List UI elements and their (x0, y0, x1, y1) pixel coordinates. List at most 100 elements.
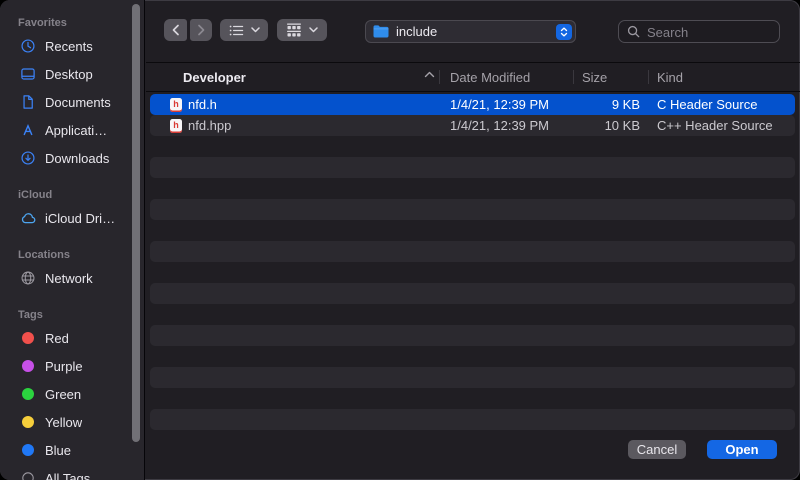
column-header-kind[interactable]: Kind (648, 70, 800, 85)
chevron-down-icon (251, 27, 260, 33)
sidebar-item-downloads[interactable]: Downloads (0, 144, 144, 172)
sort-ascending-icon (424, 71, 435, 78)
content-area: include Developer Date Modified Size Kin… (146, 0, 800, 480)
sidebar-item-tag-blue[interactable]: Blue (0, 436, 144, 464)
folder-dropdown[interactable]: include (365, 20, 576, 43)
file-list: h nfd.h 1/4/21, 12:39 PM 9 KB C Header S… (146, 91, 800, 430)
file-row-nfd-h[interactable]: h nfd.h 1/4/21, 12:39 PM 9 KB C Header S… (150, 94, 795, 115)
sidebar-item-documents[interactable]: Documents (0, 88, 144, 116)
empty-row (150, 409, 795, 430)
file-name: nfd.h (188, 97, 217, 112)
header-file-icon: h (170, 98, 182, 112)
sidebar-item-label: Network (45, 271, 93, 286)
sidebar-item-label: Green (45, 387, 81, 402)
open-file-dialog: Favorites Recents Desktop Documents Appl… (0, 0, 800, 480)
column-header-row: Developer Date Modified Size Kind (146, 63, 800, 92)
column-header-date-modified[interactable]: Date Modified (439, 70, 573, 85)
empty-row (150, 283, 795, 304)
sidebar-item-label: Applicati… (45, 123, 107, 138)
sidebar-item-tag-red[interactable]: Red (0, 324, 144, 352)
sidebar-item-label: All Tags (45, 471, 90, 480)
sidebar-item-recents[interactable]: Recents (0, 32, 144, 60)
globe-icon (19, 269, 37, 287)
empty-row (150, 388, 795, 409)
toolbar: include (146, 0, 800, 63)
chevron-down-icon (309, 27, 318, 33)
empty-row (150, 367, 795, 388)
sidebar-section-icloud: iCloud (0, 186, 144, 204)
list-view-button[interactable] (220, 19, 268, 41)
empty-row (150, 199, 795, 220)
dropdown-stepper-button[interactable] (556, 24, 572, 40)
tag-dot-red-icon (19, 329, 37, 347)
search-field (618, 20, 780, 43)
group-view-icon (286, 23, 302, 37)
file-date: 1/4/21, 12:39 PM (439, 118, 573, 133)
sidebar-item-desktop[interactable]: Desktop (0, 60, 144, 88)
group-view-button[interactable] (277, 19, 327, 41)
empty-row (150, 304, 795, 325)
sidebar-item-label: Desktop (45, 67, 93, 82)
sidebar-item-label: Purple (45, 359, 83, 374)
sidebar-item-label: Yellow (45, 415, 82, 430)
open-button[interactable]: Open (707, 440, 777, 459)
tag-dot-purple-icon (19, 357, 37, 375)
empty-row (150, 157, 795, 178)
sidebar-scrollbar[interactable] (132, 4, 140, 442)
chevron-right-icon (197, 24, 206, 36)
column-header-name[interactable]: Developer (146, 70, 439, 85)
circle-outline-icon (19, 469, 37, 480)
empty-row (150, 241, 795, 262)
list-view-icon (229, 24, 244, 37)
sidebar-item-tag-green[interactable]: Green (0, 380, 144, 408)
desktop-icon (19, 65, 37, 83)
sidebar-item-tag-purple[interactable]: Purple (0, 352, 144, 380)
appstore-icon (19, 121, 37, 139)
tag-dot-blue-icon (19, 441, 37, 459)
sidebar-item-all-tags[interactable]: All Tags (0, 464, 144, 480)
folder-icon (373, 25, 389, 38)
sidebar-item-icloud-drive[interactable]: iCloud Dri… (0, 204, 144, 232)
tag-dot-yellow-icon (19, 413, 37, 431)
document-icon (19, 93, 37, 111)
empty-row (150, 262, 795, 283)
clock-icon (19, 37, 37, 55)
column-divider (648, 70, 649, 84)
file-name: nfd.hpp (188, 118, 231, 133)
empty-row (150, 346, 795, 367)
sidebar-item-label: Red (45, 331, 69, 346)
sidebar-item-applications[interactable]: Applicati… (0, 116, 144, 144)
empty-row (150, 178, 795, 199)
column-divider (439, 70, 440, 84)
file-kind: C Header Source (648, 97, 795, 112)
search-input[interactable] (645, 22, 777, 43)
sidebar-section-locations: Locations (0, 246, 144, 264)
column-header-size[interactable]: Size (573, 70, 648, 85)
chevron-left-icon (171, 24, 180, 36)
sidebar-item-network[interactable]: Network (0, 264, 144, 292)
forward-button[interactable] (190, 19, 212, 41)
folder-dropdown-label: include (396, 24, 437, 39)
file-date: 1/4/21, 12:39 PM (439, 97, 573, 112)
sidebar-item-label: Blue (45, 443, 71, 458)
empty-row (150, 136, 795, 157)
file-size: 9 KB (573, 97, 648, 112)
empty-row (150, 325, 795, 346)
download-icon (19, 149, 37, 167)
search-icon (627, 25, 640, 38)
cloud-icon (19, 209, 37, 227)
sidebar: Favorites Recents Desktop Documents Appl… (0, 0, 145, 480)
sidebar-item-label: Recents (45, 39, 93, 54)
sidebar-item-label: Downloads (45, 151, 109, 166)
sidebar-item-tag-yellow[interactable]: Yellow (0, 408, 144, 436)
cancel-button[interactable]: Cancel (628, 440, 686, 459)
up-down-chevrons-icon (559, 26, 569, 38)
back-button[interactable] (164, 19, 187, 41)
sidebar-item-label: Documents (45, 95, 111, 110)
sidebar-item-label: iCloud Dri… (45, 211, 115, 226)
sidebar-section-favorites: Favorites (0, 14, 144, 32)
empty-row (150, 220, 795, 241)
header-file-icon: h (170, 119, 182, 133)
file-row-nfd-hpp[interactable]: h nfd.hpp 1/4/21, 12:39 PM 10 KB C++ Hea… (150, 115, 795, 136)
tag-dot-green-icon (19, 385, 37, 403)
